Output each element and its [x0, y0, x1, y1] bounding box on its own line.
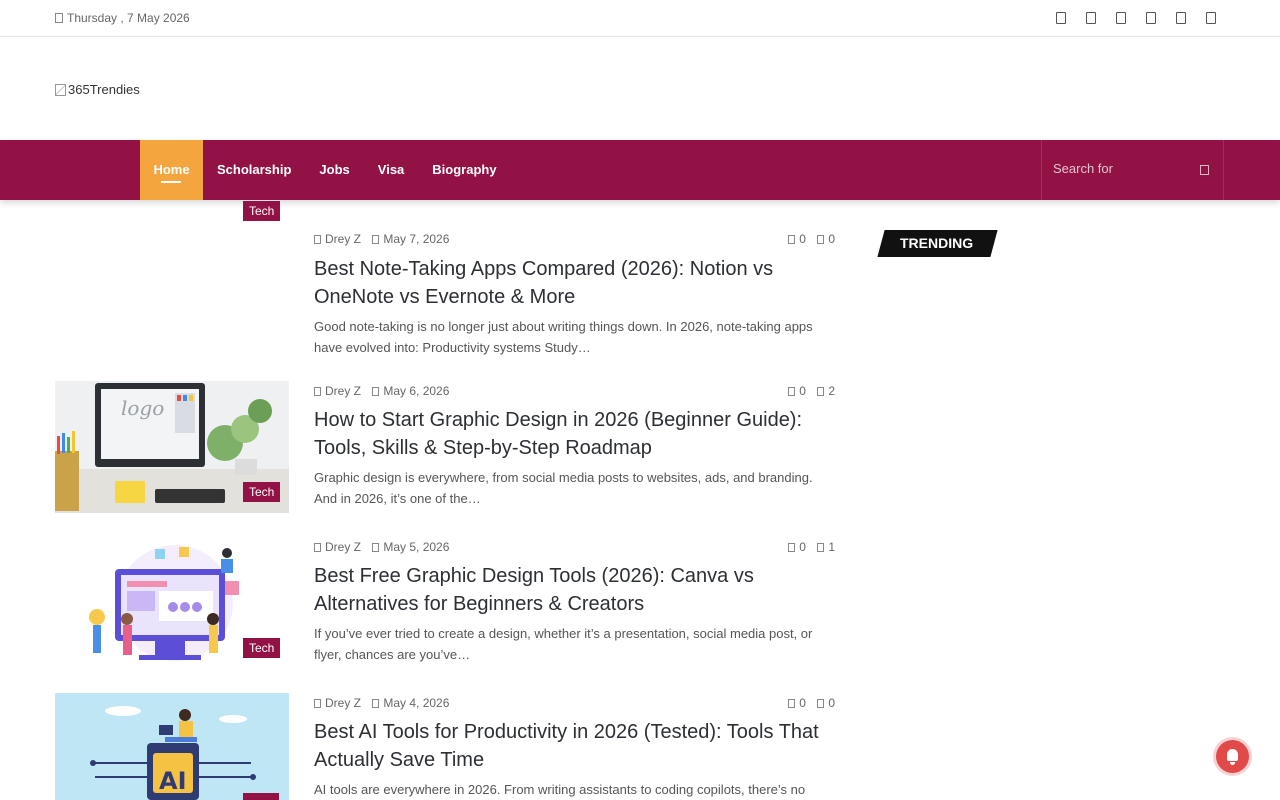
- category-badge[interactable]: Tech: [243, 638, 281, 658]
- comment-icon: [817, 387, 825, 396]
- post-excerpt: Good note-taking is no longer just about…: [314, 319, 813, 355]
- post-item: AI Drey Z May 4, 2026 0 0 Best AI Tools …: [55, 693, 835, 800]
- post-author[interactable]: Drey Z: [325, 540, 361, 554]
- category-badge[interactable]: [243, 793, 279, 800]
- post-excerpt: Graphic design is everywhere, from socia…: [314, 470, 813, 506]
- user-icon: [314, 699, 321, 708]
- search-box: [1041, 140, 1224, 200]
- post-date: May 7, 2026: [383, 232, 450, 246]
- post-title[interactable]: Best Free Graphic Design Tools (2026): C…: [314, 562, 835, 618]
- post-date: May 4, 2026: [383, 696, 450, 710]
- post-thumbnail[interactable]: AI: [55, 693, 289, 800]
- twitter-icon[interactable]: [1086, 12, 1096, 24]
- comment-icon: [817, 235, 825, 244]
- calendar-icon: [372, 235, 380, 244]
- pinterest-icon[interactable]: [1116, 12, 1126, 24]
- top-bar: Thursday , 7 May 2026: [0, 0, 1280, 37]
- post-views: 0: [799, 696, 806, 710]
- post-item: Drey Z May 7, 2026 0 0 Best Note-Taking …: [55, 232, 835, 362]
- post-comments[interactable]: 0: [828, 696, 835, 710]
- eye-icon: [788, 235, 796, 244]
- post-views: 0: [799, 540, 806, 554]
- post-author[interactable]: Drey Z: [325, 384, 361, 398]
- eye-icon: [788, 543, 796, 552]
- comment-icon: [817, 543, 825, 552]
- svg-text:logo: logo: [121, 396, 164, 420]
- post-meta: Drey Z May 5, 2026 0 1: [314, 540, 835, 556]
- main-navigation: Home Scholarship Jobs Visa Biography: [0, 140, 1280, 200]
- calendar-icon: [372, 699, 380, 708]
- facebook-icon[interactable]: [1056, 12, 1066, 24]
- nav-item-visa[interactable]: Visa: [364, 140, 419, 200]
- post-author[interactable]: Drey Z: [325, 232, 361, 246]
- calendar-icon: [372, 387, 380, 396]
- search-icon[interactable]: [1200, 165, 1209, 175]
- user-icon: [314, 387, 321, 396]
- post-item: Tech Drey Z May 5, 2026 0 1 Best Free Gr…: [55, 537, 835, 669]
- post-views: 0: [799, 384, 806, 398]
- nav-item-scholarship[interactable]: Scholarship: [203, 140, 305, 200]
- trending-heading: TRENDING: [877, 230, 998, 257]
- search-input[interactable]: [1053, 161, 1193, 176]
- post-meta: Drey Z May 6, 2026 0 2: [314, 384, 835, 400]
- current-date: Thursday , 7 May 2026: [55, 11, 190, 25]
- user-icon: [314, 543, 321, 552]
- category-badge[interactable]: Tech: [243, 482, 281, 502]
- post-comments[interactable]: 2: [828, 384, 835, 398]
- svg-text:AI: AI: [159, 767, 187, 795]
- social-links: [1056, 12, 1216, 24]
- post-meta: Drey Z May 4, 2026 0 0: [314, 696, 835, 712]
- user-icon: [314, 235, 321, 244]
- eye-icon: [788, 699, 796, 708]
- nav-item-biography[interactable]: Biography: [418, 140, 510, 200]
- post-comments[interactable]: 1: [828, 540, 835, 554]
- category-badge[interactable]: Tech: [243, 201, 281, 221]
- broken-image-icon: [55, 83, 66, 96]
- nav-item-jobs[interactable]: Jobs: [305, 140, 363, 200]
- instagram-icon[interactable]: [1176, 12, 1186, 24]
- post-comments[interactable]: 0: [828, 232, 835, 246]
- post-title[interactable]: How to Start Graphic Design in 2026 (Beg…: [314, 406, 835, 462]
- post-excerpt: If you’ve ever tried to create a design,…: [314, 626, 813, 662]
- comment-icon: [817, 699, 825, 708]
- post-meta: Drey Z May 7, 2026 0 0: [314, 232, 835, 248]
- post-title[interactable]: Best Note-Taking Apps Compared (2026): N…: [314, 255, 835, 311]
- site-logo[interactable]: 365Trendies: [55, 82, 140, 97]
- post-title[interactable]: Best AI Tools for Productivity in 2026 (…: [314, 718, 835, 774]
- linkedin-icon[interactable]: [1146, 12, 1156, 24]
- calendar-icon: [372, 543, 380, 552]
- post-author[interactable]: Drey Z: [325, 696, 361, 710]
- post-views: 0: [799, 232, 806, 246]
- clock-icon: [55, 13, 63, 23]
- bell-icon: [1227, 749, 1238, 761]
- nav-item-home[interactable]: Home: [140, 140, 203, 200]
- post-date: May 6, 2026: [383, 384, 450, 398]
- post-item: logo Tech Drey Z May 6, 2026 0 2 How to …: [55, 381, 835, 513]
- notification-bell-button[interactable]: [1216, 740, 1249, 773]
- eye-icon: [788, 387, 796, 396]
- post-date: May 5, 2026: [383, 540, 450, 554]
- rss-icon[interactable]: [1206, 12, 1216, 24]
- post-excerpt: AI tools are everywhere in 2026. From wr…: [314, 782, 806, 797]
